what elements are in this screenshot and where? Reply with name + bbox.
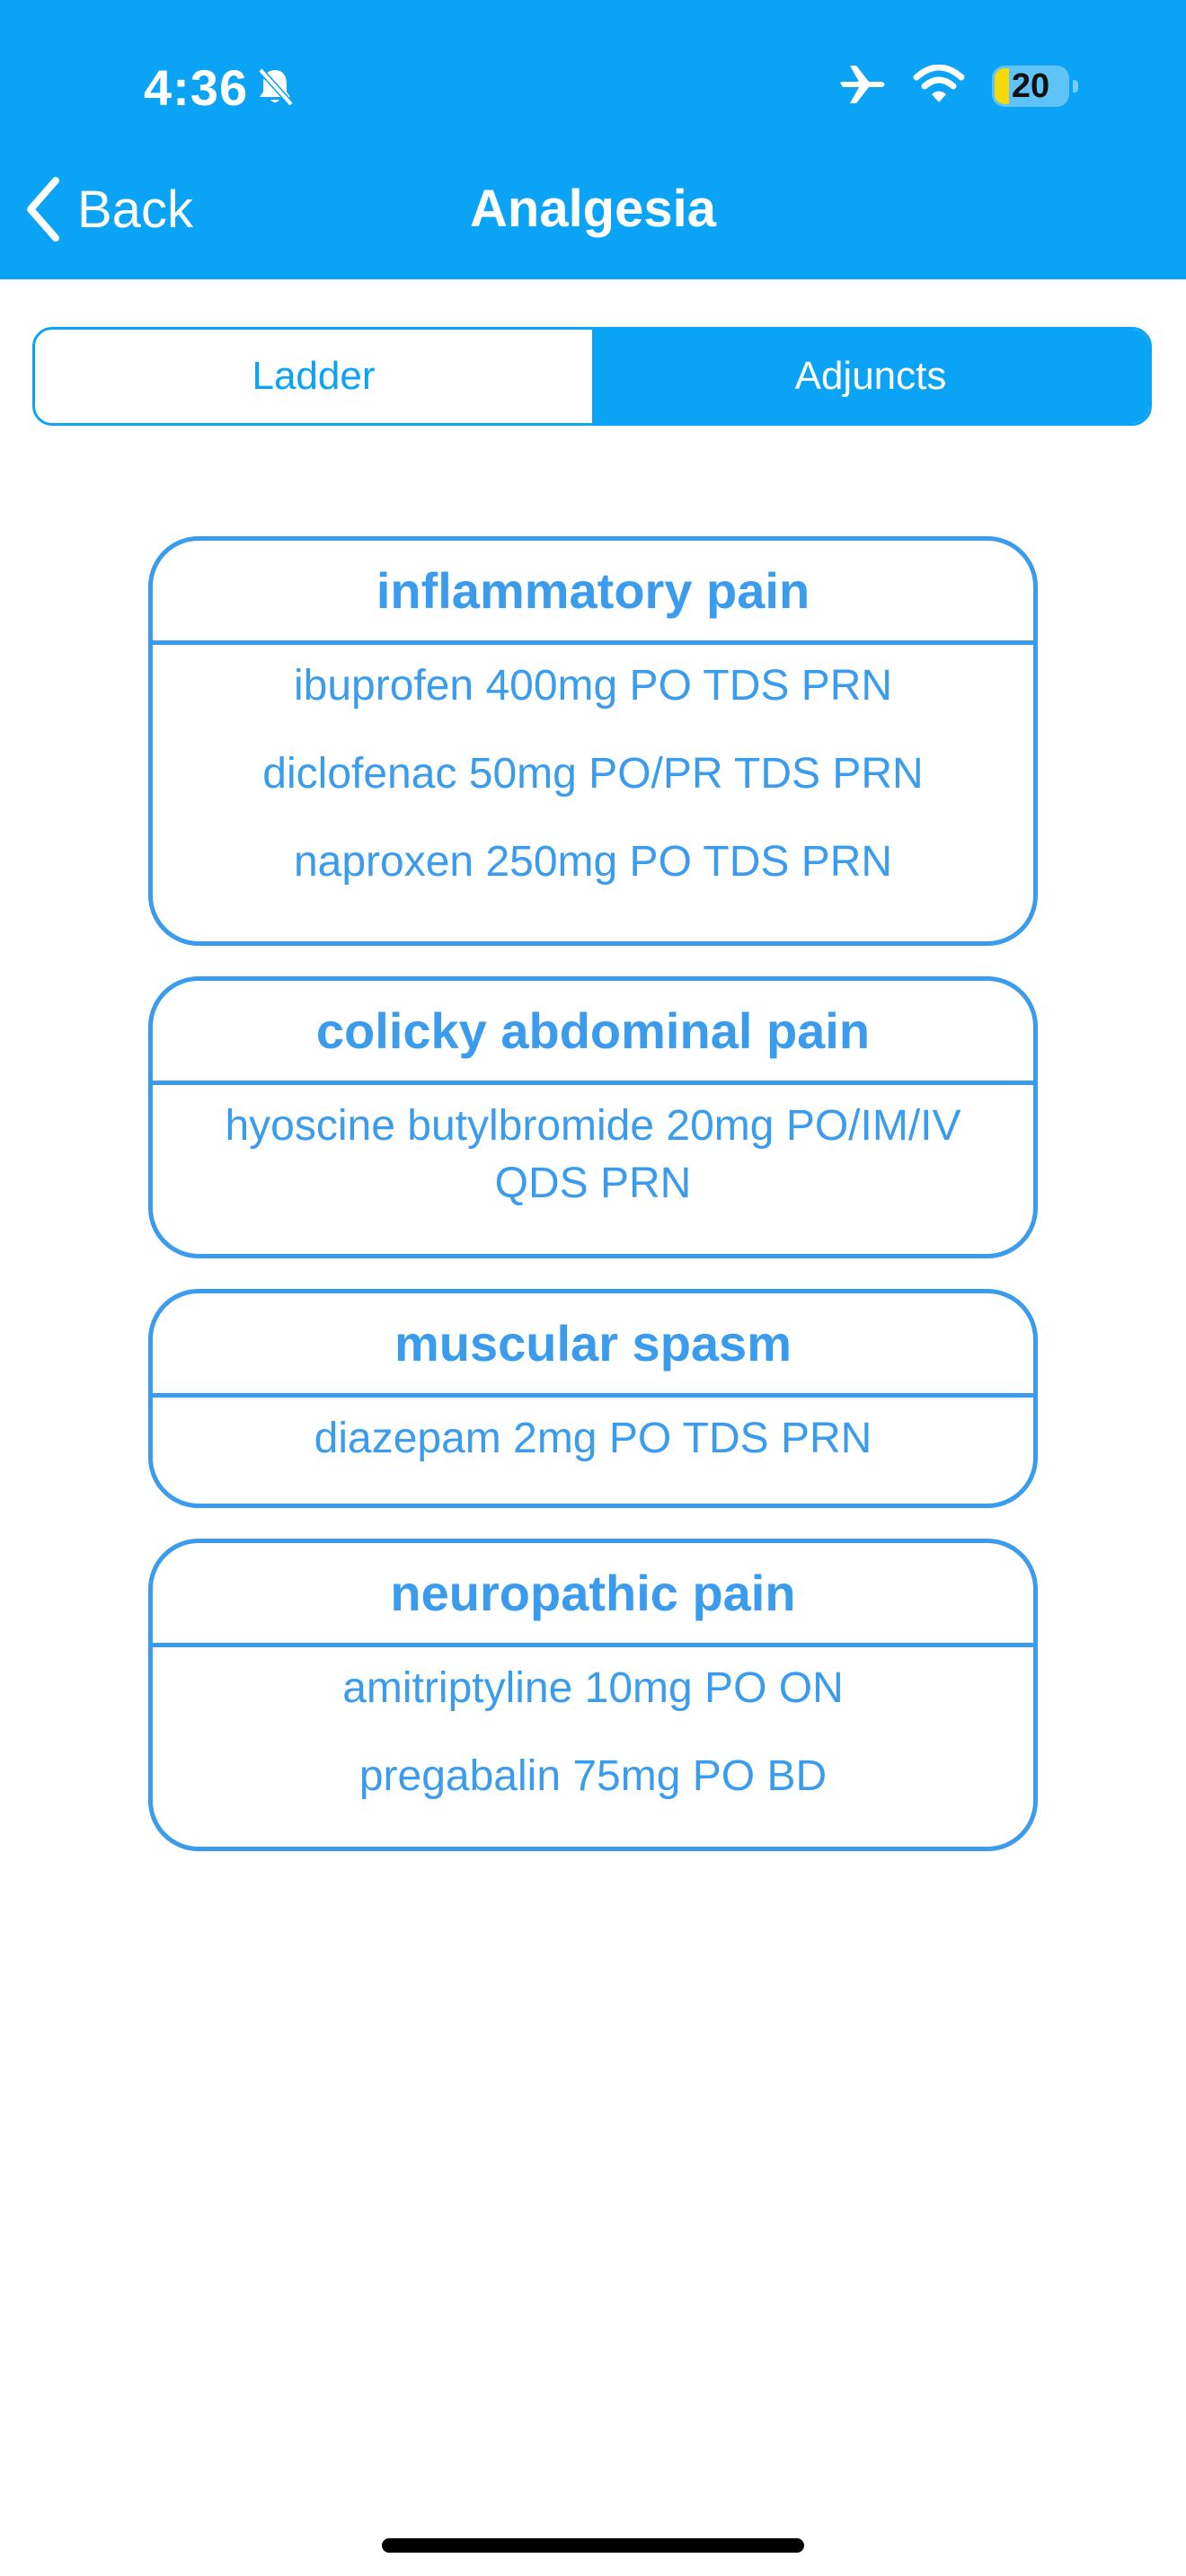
card-body: amitriptyline 10mg PO ON pregabalin 75mg… [153, 1647, 1033, 1805]
adjunct-card-neuropathic: neuropathic pain amitriptyline 10mg PO O… [148, 1539, 1038, 1851]
drug-item: amitriptyline 10mg PO ON [342, 1664, 844, 1712]
drug-item: hyoscine butylbromide 20mg PO/IM/IV QDS … [225, 1102, 961, 1207]
status-time-text: 4:36 [144, 58, 249, 116]
status-time: 4:36 [144, 56, 295, 119]
status-icons: 20 [839, 59, 1078, 113]
card-body: hyoscine butylbromide 20mg PO/IM/IV QDS … [153, 1085, 1033, 1213]
card-title: muscular spasm [153, 1293, 1033, 1398]
battery-nub [1073, 80, 1078, 93]
card-title: colicky abdominal pain [153, 981, 1033, 1085]
card-title: neuropathic pain [153, 1543, 1033, 1647]
home-indicator[interactable] [382, 2538, 804, 2553]
adjunct-card-muscular: muscular spasm diazepam 2mg PO TDS PRN [148, 1289, 1038, 1508]
drug-item: diclofenac 50mg PO/PR TDS PRN [262, 750, 924, 798]
card-body: ibuprofen 400mg PO TDS PRN diclofenac 50… [153, 645, 1033, 891]
navigation-header: 4:36 20 Back Analgesia [0, 0, 1186, 279]
drug-item: ibuprofen 400mg PO TDS PRN [293, 662, 893, 710]
segment-ladder[interactable]: Ladder [35, 330, 592, 423]
drug-item: naproxen 250mg PO TDS PRN [293, 838, 893, 886]
adjunct-card-colicky: colicky abdominal pain hyoscine butylbro… [148, 976, 1038, 1258]
drug-item: diazepam 2mg PO TDS PRN [314, 1415, 872, 1462]
battery-icon: 20 [992, 66, 1078, 107]
airplane-icon [839, 64, 886, 110]
battery-level: 20 [1011, 66, 1050, 105]
card-title: inflammatory pain [153, 541, 1033, 645]
card-body: diazepam 2mg PO TDS PRN [153, 1398, 1033, 1468]
drug-item: pregabalin 75mg PO BD [358, 1752, 828, 1800]
segmented-control: Ladder Adjuncts [32, 327, 1152, 426]
bell-slash-icon [255, 66, 295, 108]
page-title: Analgesia [470, 180, 716, 238]
wifi-icon [913, 64, 965, 109]
adjunct-card-inflammatory: inflammatory pain ibuprofen 400mg PO TDS… [148, 536, 1038, 946]
segment-adjuncts[interactable]: Adjuncts [592, 330, 1149, 423]
